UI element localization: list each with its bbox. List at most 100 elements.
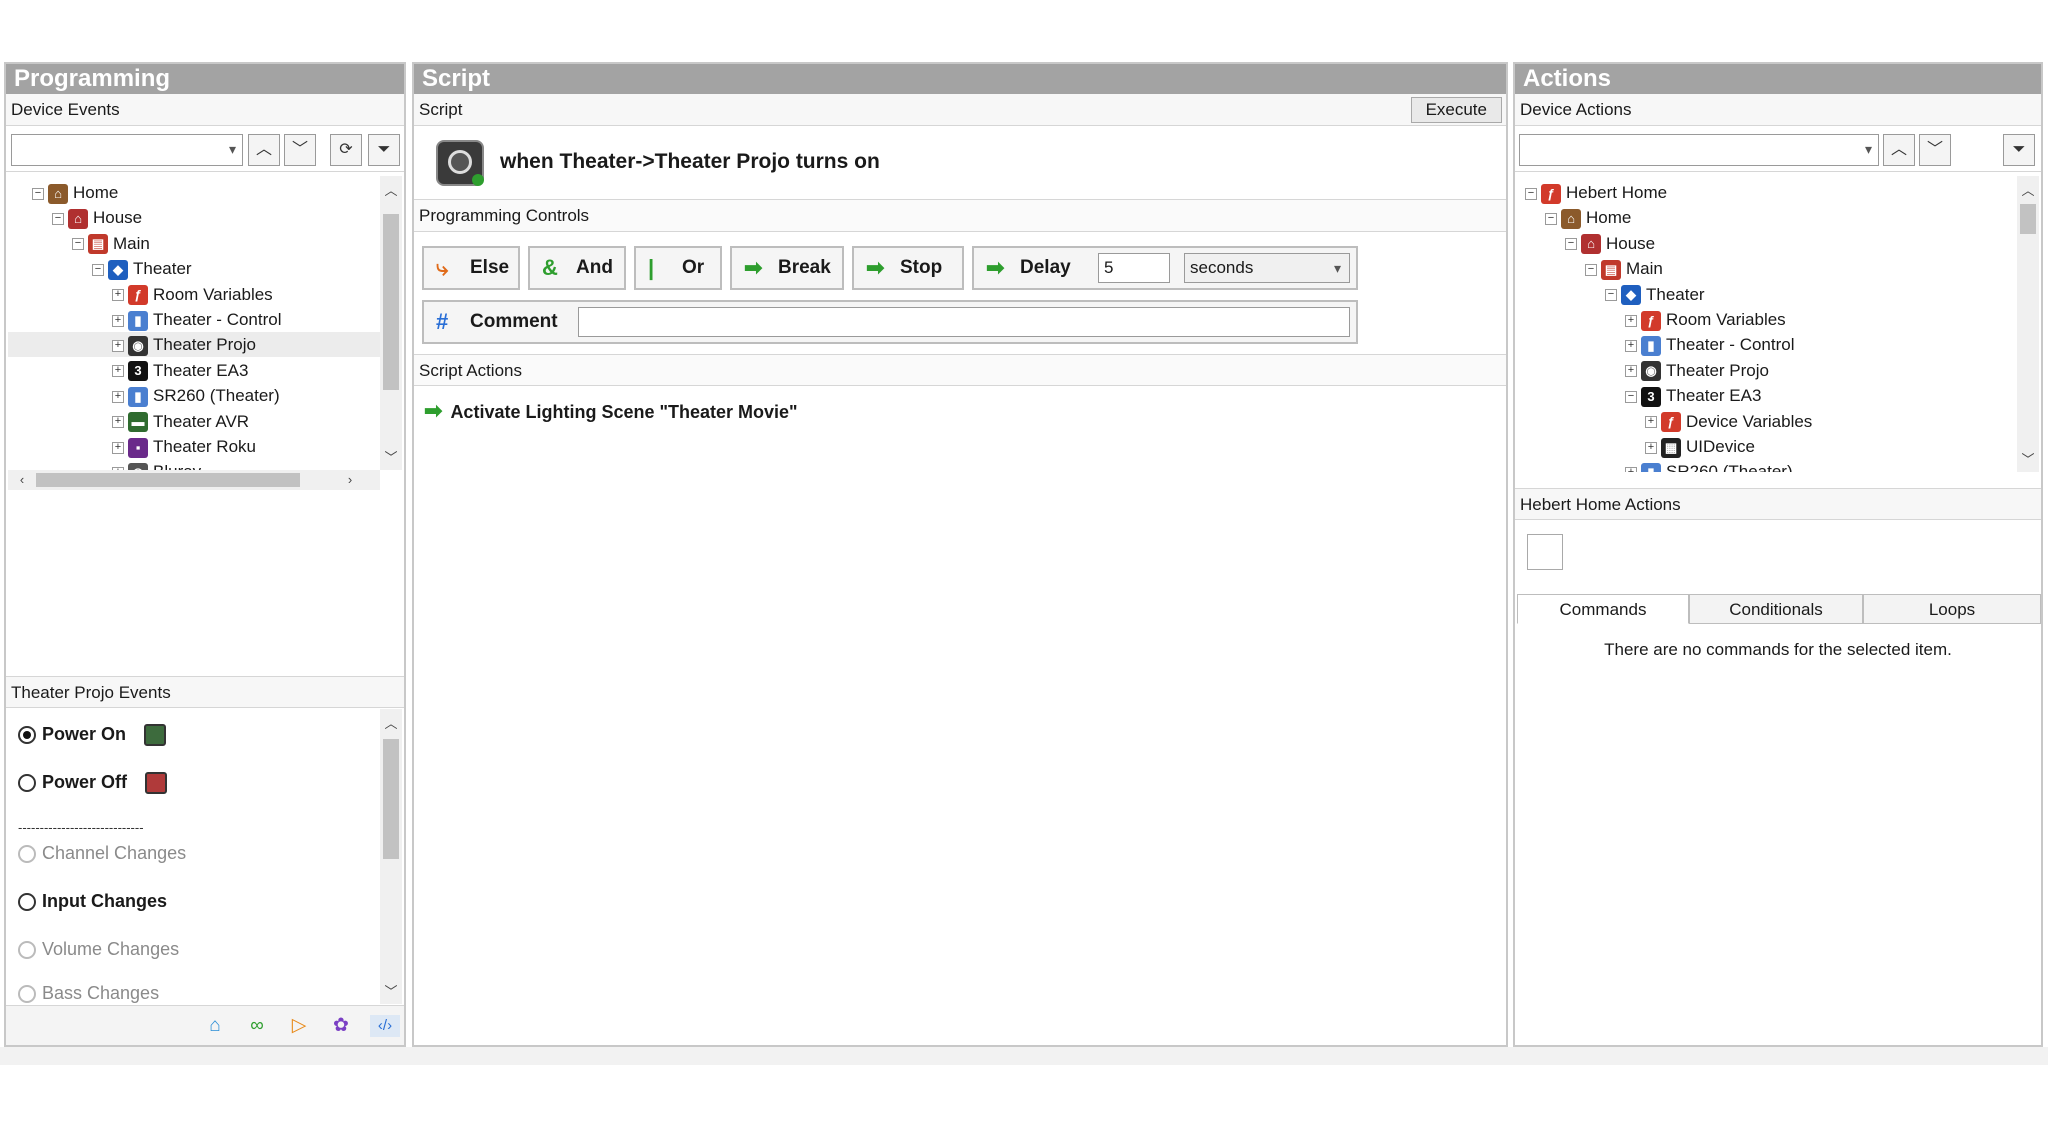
- home-actions-placeholder[interactable]: [1527, 534, 1563, 570]
- scroll-left-icon[interactable]: ‹: [12, 472, 32, 487]
- tree-horizontal-scrollbar[interactable]: ‹ ›: [8, 470, 380, 490]
- play-icon[interactable]: ▷: [288, 1015, 310, 1037]
- event-option[interactable]: Power Off: [18, 769, 168, 795]
- tree-item[interactable]: − ◆ Theater: [8, 256, 380, 281]
- tree-vertical-scrollbar[interactable]: ︿ ﹀: [380, 176, 402, 470]
- scrollbar-thumb[interactable]: [2020, 204, 2036, 234]
- tree-item[interactable]: + ▪ Theater Roku: [8, 434, 380, 459]
- home-icon[interactable]: ⌂: [204, 1015, 226, 1037]
- refresh-button[interactable]: ⟳: [330, 134, 362, 166]
- else-button[interactable]: ⤷ Else: [422, 246, 520, 290]
- filter-button[interactable]: ⏷: [368, 134, 400, 166]
- tree-item[interactable]: + ▬ Theater AVR: [8, 409, 380, 434]
- tree-item[interactable]: − ⌂ Home: [8, 180, 380, 205]
- move-up-button[interactable]: ︿: [248, 134, 280, 166]
- tab-loops[interactable]: Loops: [1863, 594, 2041, 624]
- script-action-row[interactable]: ➡ Activate Lighting Scene "Theater Movie": [414, 396, 1506, 426]
- tab-commands[interactable]: Commands: [1517, 594, 1689, 624]
- tree-item[interactable]: + ◉ Theater Projo: [1517, 358, 2017, 383]
- tree-item[interactable]: + ƒ Device Variables: [1517, 409, 2017, 434]
- collapse-icon[interactable]: −: [1545, 212, 1557, 225]
- collapse-icon[interactable]: −: [1585, 263, 1597, 276]
- expand-icon[interactable]: +: [112, 416, 124, 429]
- collapse-icon[interactable]: −: [1605, 289, 1617, 302]
- scroll-up-icon[interactable]: ︿: [381, 713, 401, 732]
- delay-button[interactable]: Delay: [1020, 257, 1071, 278]
- expand-icon[interactable]: +: [112, 289, 124, 302]
- tree-item[interactable]: + ▦ UIDevice: [1517, 434, 2017, 459]
- collapse-icon[interactable]: −: [1565, 238, 1577, 251]
- collapse-icon[interactable]: −: [32, 187, 44, 200]
- execute-button[interactable]: Execute: [1410, 97, 1502, 123]
- filter-button[interactable]: ⏷: [2003, 134, 2035, 166]
- events-vertical-scrollbar[interactable]: ︿ ﹀: [380, 709, 402, 1004]
- link-icon[interactable]: ∞: [246, 1015, 268, 1037]
- tree-item[interactable]: + ƒ Room Variables: [8, 282, 380, 307]
- actions-tree-scrollbar[interactable]: ︿ ﹀: [2017, 176, 2039, 472]
- tree-item[interactable]: + ▮ Theater - Control: [1517, 332, 2017, 357]
- tree-item[interactable]: + ◉ Theater Projo: [8, 332, 380, 358]
- device-events-filter-combo[interactable]: ▾: [11, 134, 243, 166]
- code-icon[interactable]: ‹/›: [370, 1015, 400, 1037]
- tree-item-label: SR260 (Theater): [153, 386, 280, 406]
- scroll-right-icon[interactable]: ›: [340, 472, 360, 487]
- collapse-icon[interactable]: −: [92, 263, 104, 276]
- event-option[interactable]: Power On: [18, 721, 167, 747]
- tree-item[interactable]: − ⌂ House: [8, 205, 380, 230]
- scroll-down-icon[interactable]: ﹀: [2018, 449, 2038, 468]
- tree-item[interactable]: + ƒ Room Variables: [1517, 307, 2017, 332]
- expand-icon[interactable]: +: [112, 314, 124, 327]
- expand-icon[interactable]: +: [1645, 441, 1657, 454]
- scroll-down-icon[interactable]: ﹀: [381, 447, 401, 466]
- move-down-button[interactable]: ﹀: [284, 134, 316, 166]
- scroll-down-icon[interactable]: ﹀: [381, 981, 401, 1000]
- scrollbar-thumb[interactable]: [383, 214, 399, 390]
- tree-item[interactable]: +▮SR260 (Theater): [1517, 459, 2017, 472]
- event-radio[interactable]: [18, 893, 36, 912]
- tree-item[interactable]: − ◆ Theater: [1517, 282, 2017, 307]
- tree-item[interactable]: − ▤ Main: [1517, 256, 2017, 281]
- tree-item[interactable]: +3 Theater EA3: [8, 358, 380, 383]
- tree-item[interactable]: −3 Theater EA3: [1517, 383, 2017, 408]
- collapse-icon[interactable]: −: [1525, 187, 1537, 200]
- or-button[interactable]: | Or: [634, 246, 722, 290]
- expand-icon[interactable]: +: [1625, 314, 1637, 327]
- device-actions-filter-combo[interactable]: ▾: [1519, 134, 1879, 166]
- collapse-icon[interactable]: −: [52, 212, 64, 225]
- collapse-icon[interactable]: −: [1625, 390, 1637, 403]
- scroll-up-icon[interactable]: ︿: [2018, 180, 2038, 199]
- expand-icon[interactable]: +: [112, 390, 124, 403]
- tree-item[interactable]: +◎Bluray: [8, 459, 380, 470]
- expand-icon[interactable]: +: [1645, 416, 1657, 429]
- scrollbar-thumb[interactable]: [383, 739, 399, 859]
- tree-item[interactable]: − ▤ Main: [8, 231, 380, 256]
- expand-icon[interactable]: +: [1625, 339, 1637, 352]
- move-down-button[interactable]: ﹀: [1919, 134, 1951, 166]
- collapse-icon[interactable]: −: [72, 238, 84, 251]
- event-option[interactable]: Input Changes: [18, 888, 167, 914]
- comment-input[interactable]: [578, 307, 1350, 337]
- tree-item[interactable]: + ▮ Theater - Control: [8, 307, 380, 332]
- tree-item[interactable]: − ⌂ House: [1517, 231, 2017, 256]
- expand-icon[interactable]: +: [1625, 365, 1637, 378]
- event-radio[interactable]: [18, 726, 36, 745]
- event-radio[interactable]: [18, 774, 36, 793]
- expand-icon[interactable]: +: [112, 339, 124, 352]
- and-button[interactable]: & And: [528, 246, 626, 290]
- gear-icon[interactable]: ✿: [330, 1015, 352, 1037]
- expand-icon[interactable]: +: [1625, 466, 1637, 472]
- tree-item[interactable]: − ƒ Hebert Home: [1517, 180, 2017, 205]
- tree-item[interactable]: − ⌂ Home: [1517, 205, 2017, 230]
- stop-button[interactable]: ➡ Stop: [852, 246, 964, 290]
- tab-conditionals[interactable]: Conditionals: [1689, 594, 1863, 624]
- expand-icon[interactable]: +: [112, 441, 124, 454]
- delay-value-input[interactable]: 5: [1098, 253, 1170, 283]
- scroll-up-icon[interactable]: ︿: [381, 180, 401, 199]
- tree-item[interactable]: +▮SR260 (Theater): [8, 383, 380, 408]
- expand-icon[interactable]: +: [112, 365, 124, 378]
- move-up-button[interactable]: ︿: [1883, 134, 1915, 166]
- comment-button[interactable]: Comment: [470, 311, 558, 332]
- delay-unit-select[interactable]: seconds ▾: [1184, 253, 1350, 283]
- scrollbar-thumb[interactable]: [36, 473, 300, 487]
- break-button[interactable]: ➡ Break: [730, 246, 844, 290]
